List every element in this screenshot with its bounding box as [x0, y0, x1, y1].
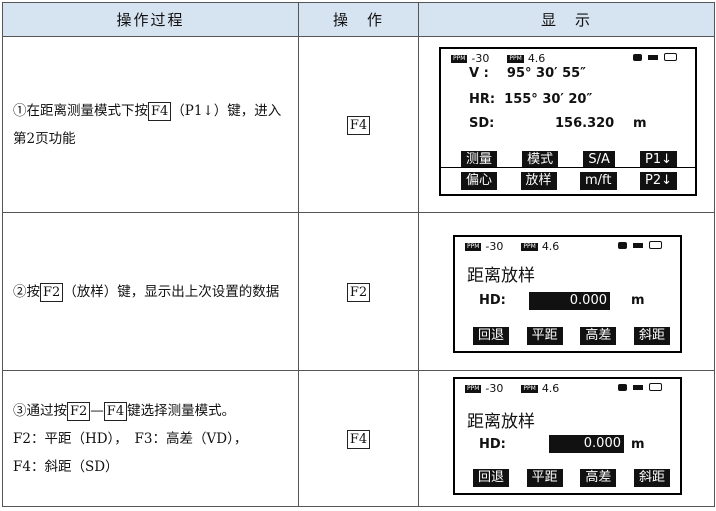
softkey[interactable]: 斜距: [633, 469, 670, 487]
prism-value: 4.6: [541, 240, 560, 253]
procedure-table: 操作过程 操 作 显 示 ①在距离测量模式下按 F4 （P1↓）键，进入第2页功能 …: [2, 2, 715, 507]
sd-line: SD:: [469, 116, 495, 131]
op-key: F4: [346, 430, 371, 449]
softkey[interactable]: 高差: [580, 469, 617, 487]
ppm-icon: PPM: [451, 54, 468, 63]
dots-icon: [633, 242, 643, 248]
desc-text: ②按: [13, 283, 40, 300]
key-label: F4: [148, 101, 172, 121]
sd-value: 156.320: [555, 116, 615, 131]
softkey[interactable]: 偏心: [461, 172, 498, 190]
table-row: ②按 F2 （放样）键，显示出上次设置的数据 F2 PPM -30 PPM 4.6 …: [2, 212, 715, 371]
prism-icon: PPM: [521, 242, 538, 251]
desc-text: （放样）键，显示出上次设置的数据: [63, 283, 280, 300]
screen-title: 距离放样: [467, 412, 535, 432]
status-bar: PPM -30 PPM 4.6: [465, 382, 559, 395]
softkey[interactable]: 高差: [580, 327, 617, 345]
key-label: F2: [67, 401, 91, 421]
desc-text: —: [90, 402, 104, 419]
table-row: ③通过按 F2— F4 键选择测量模式。 F2：平距（HD）， F3：高差（VD）， …: [2, 370, 715, 507]
softkeys: 回退 平距 高差 斜距: [473, 469, 670, 487]
key-label: F4: [103, 401, 128, 421]
signal-icon: [633, 53, 642, 61]
desc-text: ③通过按: [13, 402, 67, 419]
step-description: ②按 F2 （放样）键，显示出上次设置的数据: [2, 212, 299, 371]
desc-text: 键选择测量模式。: [127, 402, 236, 419]
softkey-page2-bar: 偏心 放样 m/ft P2↓: [439, 167, 697, 196]
softkey[interactable]: 放样: [520, 172, 557, 190]
hd-unit: m: [631, 293, 645, 308]
softkey[interactable]: 回退: [473, 469, 510, 487]
status-icons: [618, 241, 662, 249]
op-key: F4: [346, 116, 371, 135]
battery-icon: [664, 53, 677, 61]
ppm-icon: PPM: [465, 384, 482, 393]
status-bar: PPM -30 PPM 4.6: [465, 240, 559, 253]
prism-value: 4.6: [541, 382, 560, 395]
softkeys: 回退 平距 高差 斜距: [473, 327, 670, 345]
softkey[interactable]: 回退: [473, 327, 510, 345]
sd-unit: m: [633, 116, 647, 131]
softkey[interactable]: P2↓: [639, 172, 677, 190]
ppm-value: -30: [485, 240, 504, 253]
display-cell: PPM -30 PPM 4.6 V : 95° 30′ 55″ HR: 155°…: [418, 36, 715, 213]
desc-line: F4：斜距（SD）: [13, 458, 119, 475]
signal-icon: [618, 383, 627, 391]
prism-icon: PPM: [507, 54, 524, 63]
header-process: 操作过程: [2, 2, 299, 37]
softkey[interactable]: 斜距: [633, 327, 670, 345]
operation-cell: F4: [298, 370, 419, 507]
operation-cell: F4: [298, 36, 419, 213]
status-icons: [618, 383, 662, 391]
lcd-screen: PPM -30 PPM 4.6 V : 95° 30′ 55″ HR: 155°…: [439, 47, 697, 171]
hd-label: HD:: [479, 293, 506, 308]
desc-line: F2：平距（HD）， F3：高差（VD），: [13, 430, 248, 447]
ppm-icon: PPM: [465, 242, 482, 251]
header-display: 显 示: [418, 2, 715, 37]
lcd-screen: PPM -30 PPM 4.6 距离放样 HD: 0.000 m 回退 平距 高…: [453, 377, 682, 495]
hd-value[interactable]: 0.000: [529, 292, 610, 310]
display-cell: PPM -30 PPM 4.6 距离放样 HD: 0.000 m 回退 平距 高…: [418, 212, 715, 371]
v-line: V : 95° 30′ 55″: [469, 66, 586, 81]
step-description: ③通过按 F2— F4 键选择测量模式。 F2：平距（HD）， F3：高差（VD）， …: [2, 370, 299, 507]
step-description: ①在距离测量模式下按 F4 （P1↓）键，进入第2页功能: [2, 36, 299, 213]
status-bar: PPM -30 PPM 4.6: [451, 52, 545, 65]
op-key: F2: [346, 283, 371, 302]
softkey[interactable]: m/ft: [580, 172, 617, 190]
hd-label: HD:: [479, 437, 506, 452]
hr-line: HR: 155° 30′ 20″: [469, 92, 593, 107]
key-label: F2: [40, 282, 64, 302]
hd-unit: m: [631, 437, 645, 452]
softkey[interactable]: 平距: [526, 469, 563, 487]
status-icons: [633, 53, 677, 61]
table-row: ①在距离测量模式下按 F4 （P1↓）键，进入第2页功能 F4 PPM -30 PP…: [2, 36, 715, 213]
prism-icon: PPM: [521, 384, 538, 393]
operation-cell: F2: [298, 212, 419, 371]
lcd-screen: PPM -30 PPM 4.6 距离放样 HD: 0.000 m 回退 平距 高…: [453, 235, 682, 353]
ppm-value: -30: [471, 52, 490, 65]
ppm-value: -30: [485, 382, 504, 395]
signal-icon: [618, 241, 627, 249]
prism-value: 4.6: [527, 52, 546, 65]
desc-text: ①在距离测量模式下按: [13, 102, 148, 119]
display-cell: PPM -30 PPM 4.6 距离放样 HD: 0.000 m 回退 平距 高…: [418, 370, 715, 507]
battery-icon: [649, 241, 662, 249]
hd-value[interactable]: 0.000: [549, 435, 624, 453]
softkeys-page2: 偏心 放样 m/ft P2↓: [461, 172, 677, 190]
screen-title: 距离放样: [467, 266, 535, 286]
softkey[interactable]: 平距: [526, 327, 563, 345]
header-row: 操作过程 操 作 显 示: [2, 2, 715, 37]
battery-icon: [649, 383, 662, 391]
header-operation: 操 作: [298, 2, 419, 37]
dots-icon: [648, 54, 658, 60]
dots-icon: [633, 384, 643, 390]
